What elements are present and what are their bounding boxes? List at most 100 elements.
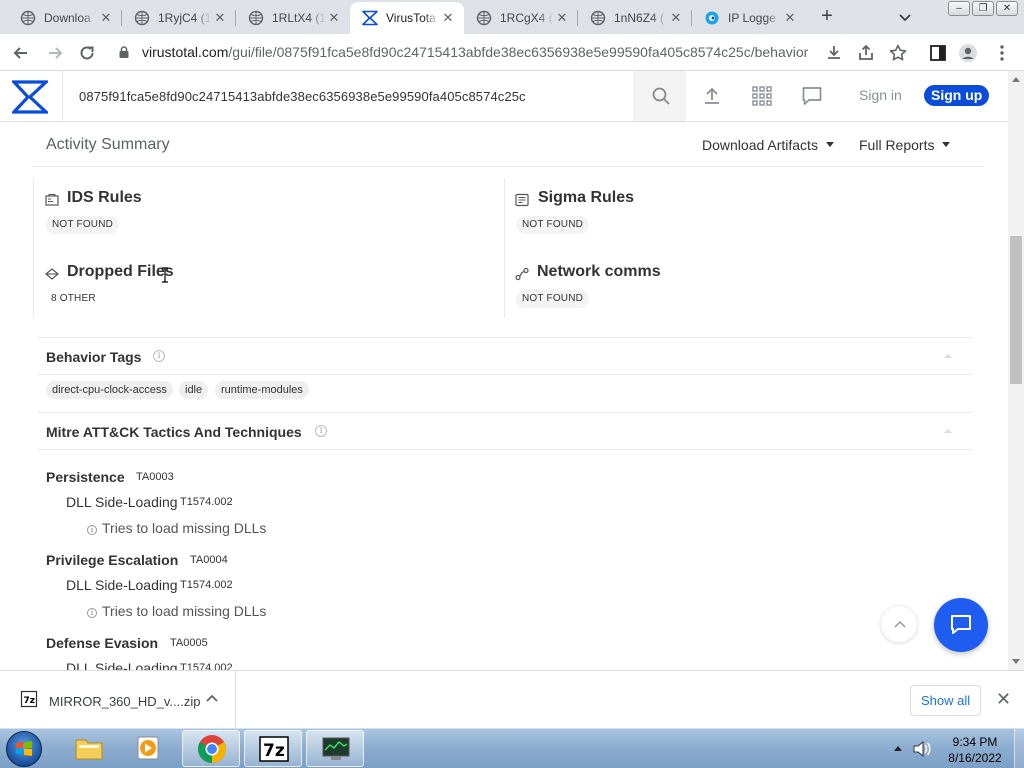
tab-close-icon[interactable]: ✕ bbox=[440, 10, 456, 26]
start-button[interactable] bbox=[6, 731, 42, 767]
system-clock[interactable]: 9:34 PM 8/16/2022 bbox=[940, 734, 1010, 766]
chat-support-button[interactable] bbox=[934, 598, 988, 652]
tab-title: 1RyjC4 (1 bbox=[158, 11, 212, 25]
tab-close-icon[interactable]: ✕ bbox=[782, 10, 798, 26]
tactic-id[interactable]: TA0005 bbox=[170, 637, 208, 649]
browser-menu-icon[interactable] bbox=[992, 43, 1012, 63]
tab-virustotal[interactable]: VirusTota ✕ bbox=[350, 2, 464, 34]
full-reports-dropdown[interactable]: Full Reports bbox=[859, 137, 950, 153]
side-panel-icon[interactable] bbox=[928, 43, 948, 63]
show-desktop-button[interactable] bbox=[1014, 729, 1024, 768]
technique-id[interactable]: T1574.002 bbox=[180, 579, 233, 591]
search-field[interactable]: 0875f91fca5e8fd90c24715413abfde38ec63569… bbox=[62, 71, 634, 121]
svg-text:7z: 7z bbox=[24, 696, 36, 706]
info-icon[interactable]: i bbox=[153, 350, 165, 362]
technique-id[interactable]: T1574.002 bbox=[180, 662, 233, 670]
show-all-button[interactable]: Show all bbox=[910, 685, 982, 716]
tab-search-chevron-icon[interactable] bbox=[896, 8, 914, 26]
scrollbar-thumb[interactable] bbox=[1010, 236, 1022, 384]
forward-button[interactable] bbox=[44, 42, 66, 64]
collapse-caret-icon[interactable] bbox=[944, 354, 952, 358]
search-button[interactable] bbox=[634, 71, 686, 121]
lock-icon[interactable] bbox=[117, 45, 131, 59]
bookmark-star-icon[interactable] bbox=[888, 43, 908, 63]
technique-name[interactable]: DLL Side-Loading bbox=[66, 577, 178, 593]
info-icon[interactable]: i bbox=[315, 425, 327, 437]
url-host: virustotal.com bbox=[142, 44, 229, 60]
share-icon[interactable] bbox=[856, 43, 876, 63]
technique-detail-text: Tries to load missing DLLs bbox=[102, 520, 267, 536]
sigma-rules-icon bbox=[515, 193, 529, 207]
sign-in-link[interactable]: Sign in bbox=[859, 87, 902, 103]
tactic-name[interactable]: Defense Evasion bbox=[46, 635, 158, 651]
technique-id[interactable]: T1574.002 bbox=[180, 496, 233, 508]
tray-expand-icon[interactable] bbox=[893, 744, 903, 752]
technique-name[interactable]: DLL Side-Loading bbox=[66, 660, 178, 670]
scroll-down-arrow-icon[interactable] bbox=[1012, 659, 1020, 664]
back-arrow-icon bbox=[13, 47, 27, 59]
scroll-up-arrow-icon[interactable] bbox=[1012, 77, 1020, 82]
virustotal-icon bbox=[362, 10, 378, 26]
chevron-up-icon[interactable] bbox=[204, 691, 220, 707]
minimize-button[interactable]: – bbox=[948, 1, 970, 16]
tab-5[interactable]: 1RCgX4 ( ✕ bbox=[464, 2, 578, 34]
technique-name[interactable]: DLL Side-Loading bbox=[66, 494, 178, 510]
tab-7[interactable]: IP Logge ✕ bbox=[692, 2, 806, 34]
behavior-tag[interactable]: direct-cpu-clock-access bbox=[46, 381, 173, 399]
tactic-name[interactable]: Persistence bbox=[46, 469, 125, 485]
tab-close-icon[interactable]: ✕ bbox=[212, 10, 228, 26]
dropped-files-title: Dropped Files bbox=[67, 263, 174, 280]
install-app-icon[interactable] bbox=[824, 43, 844, 63]
volume-icon[interactable] bbox=[912, 740, 932, 758]
ids-rules-status-badge: NOT FOUND bbox=[46, 216, 120, 234]
tab-1[interactable]: Downloa ✕ bbox=[8, 2, 122, 34]
address-bar[interactable]: virustotal.com/gui/file/0875f91fca5e8fd9… bbox=[142, 44, 808, 60]
tab-2[interactable]: 1RyjC4 (1 ✕ bbox=[122, 2, 236, 34]
tactic-id[interactable]: TA0003 bbox=[136, 471, 174, 483]
upload-icon[interactable] bbox=[701, 85, 723, 107]
behavior-tag[interactable]: runtime-modules bbox=[215, 381, 309, 399]
chat-bubble-icon[interactable] bbox=[801, 85, 823, 107]
sigma-rules-status-badge: NOT FOUND bbox=[516, 216, 590, 234]
tab-6[interactable]: 1nN6Z4 ( ✕ bbox=[578, 2, 692, 34]
media-player-icon bbox=[137, 736, 159, 760]
tab-close-icon[interactable]: ✕ bbox=[98, 10, 114, 26]
divider bbox=[32, 166, 984, 167]
browser-toolbar: virustotal.com/gui/file/0875f91fca5e8fd9… bbox=[0, 34, 1024, 71]
taskbar-explorer[interactable] bbox=[60, 730, 118, 767]
tactic-id[interactable]: TA0004 bbox=[190, 554, 228, 566]
reload-button[interactable] bbox=[76, 42, 98, 64]
profile-avatar-icon[interactable] bbox=[958, 43, 978, 63]
url-path: /gui/file/0875f91fca5e8fd90c24715413abfd… bbox=[228, 44, 809, 60]
new-tab-button[interactable]: + bbox=[816, 6, 838, 28]
page-scrollbar[interactable] bbox=[1008, 71, 1024, 670]
scroll-to-top-button[interactable] bbox=[880, 605, 918, 643]
7zip-icon: 7z bbox=[259, 736, 289, 762]
divider bbox=[38, 412, 972, 413]
tab-title: 1RCgX4 ( bbox=[500, 11, 553, 25]
divider bbox=[38, 374, 972, 375]
apps-grid-icon[interactable] bbox=[751, 85, 773, 107]
taskbar-task-manager[interactable] bbox=[306, 730, 364, 767]
download-artifacts-dropdown[interactable]: Download Artifacts bbox=[702, 137, 834, 153]
back-button[interactable] bbox=[10, 42, 32, 64]
virustotal-logo-icon[interactable] bbox=[12, 79, 48, 115]
tab-close-icon[interactable]: ✕ bbox=[326, 10, 342, 26]
restore-button[interactable]: ❐ bbox=[972, 1, 994, 16]
taskbar-media-player[interactable] bbox=[120, 730, 178, 767]
windows-logo-icon bbox=[16, 741, 32, 756]
collapse-caret-icon[interactable] bbox=[944, 429, 952, 433]
tactic-name[interactable]: Privilege Escalation bbox=[46, 552, 178, 568]
tab-3[interactable]: 1RLtX4 (1 ✕ bbox=[236, 2, 350, 34]
taskbar-chrome[interactable] bbox=[182, 730, 240, 767]
download-item[interactable]: 7z MIRROR_360_HD_v....zip bbox=[0, 671, 236, 728]
behavior-tag[interactable]: idle bbox=[179, 381, 209, 399]
taskbar-7zip[interactable]: 7z bbox=[244, 730, 302, 767]
close-window-button[interactable]: ✕ bbox=[996, 1, 1018, 16]
divider bbox=[33, 178, 34, 318]
close-download-bar-icon[interactable]: ✕ bbox=[996, 690, 1011, 708]
tab-close-icon[interactable]: ✕ bbox=[554, 10, 570, 26]
tab-close-icon[interactable]: ✕ bbox=[668, 10, 684, 26]
sign-up-button[interactable]: Sign up bbox=[924, 85, 990, 106]
dropped-files-count[interactable]: 8 OTHER bbox=[51, 293, 96, 304]
